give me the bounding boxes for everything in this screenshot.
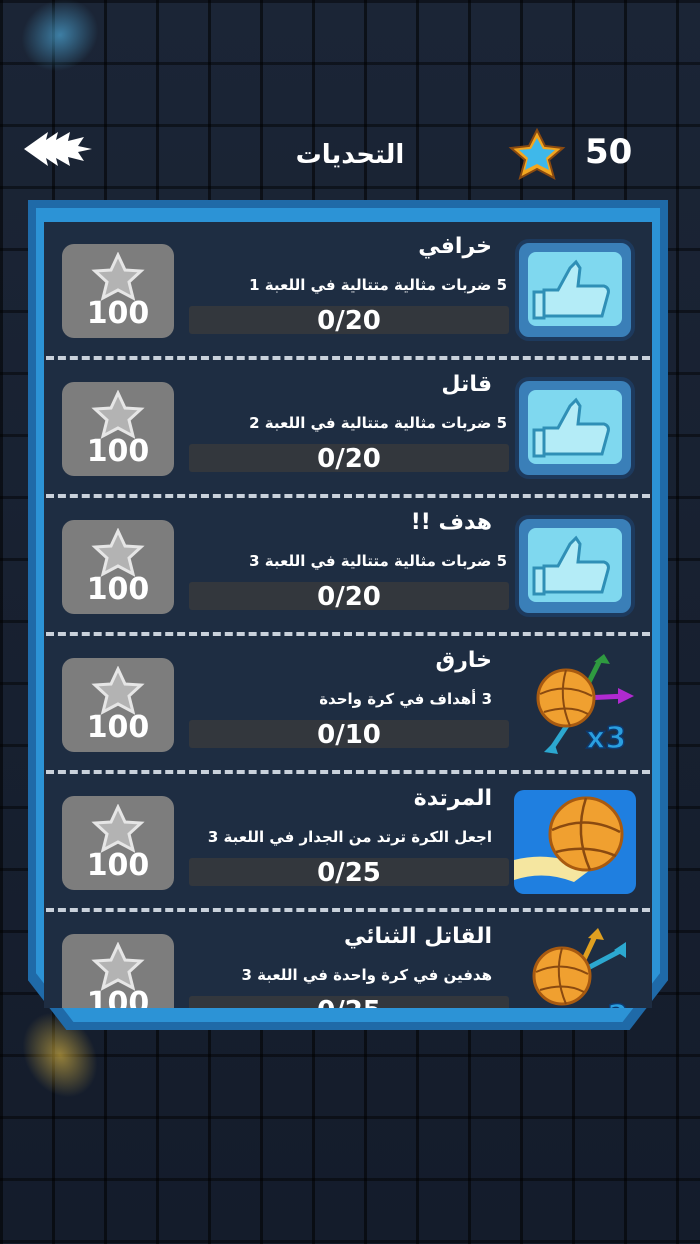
x3-badge: x3: [586, 721, 626, 756]
reward-box: 100: [62, 244, 174, 338]
challenge-row[interactable]: 100 خرافي 5 ضربات مثالية متتالية في اللع…: [44, 222, 652, 360]
progress-text: 0/25: [189, 996, 509, 1008]
challenge-row[interactable]: 100 هدف !! 5 ضربات مثالية متتالية في الل…: [44, 498, 652, 636]
challenge-description: 3 أهداف في كرة واحدة: [319, 690, 492, 708]
progress-bar: 0/20: [189, 306, 509, 336]
challenge-row[interactable]: 100 المرتدة اجعل الكرة ترتد من الجدار في…: [44, 774, 652, 912]
challenge-title: القاتل الثنائي: [344, 924, 492, 949]
challenge-title: هدف !!: [410, 510, 492, 535]
star-icon: [508, 128, 566, 180]
progress-text: 0/20: [317, 582, 381, 612]
reward-value: 100: [86, 572, 150, 607]
progress-bar: 0/25: [189, 996, 509, 1008]
reward-value: 100: [86, 710, 150, 745]
challenge-row[interactable]: 100 القاتل الثنائي هدفين في كرة واحدة في…: [44, 912, 652, 1008]
reward-star-icon: [91, 804, 145, 853]
page-title: التحديات: [295, 140, 405, 170]
challenges-list[interactable]: 100 خرافي 5 ضربات مثالية متتالية في اللع…: [44, 222, 652, 1008]
challenge-description: 5 ضربات مثالية متتالية في اللعبة 2: [249, 414, 507, 432]
bouncing-basketball-icon: [514, 790, 636, 894]
back-button[interactable]: [22, 128, 94, 174]
progress-bar: 0/20: [189, 444, 509, 474]
reward-star-icon: [91, 528, 145, 577]
reward-box: 100: [62, 658, 174, 752]
reward-star-icon: [91, 666, 145, 715]
thumbs-up-icon: [515, 377, 635, 479]
x2-badge: x2: [588, 999, 628, 1008]
basketball-arrows-x2-icon: x2: [532, 928, 629, 1008]
reward-star-icon: [91, 942, 145, 991]
reward-value: 100: [86, 296, 150, 331]
progress-bar: 0/10: [189, 720, 509, 750]
challenge-row[interactable]: 100 خارق 3 أهداف في كرة واحدة 0/10 x3: [44, 636, 652, 774]
reward-box: 100: [62, 382, 174, 476]
challenge-row[interactable]: 100 قاتل 5 ضربات مثالية متتالية في اللعب…: [44, 360, 652, 498]
thumbs-up-icon: [515, 515, 635, 617]
challenge-title: خارق: [435, 648, 492, 673]
reward-value: 100: [86, 848, 150, 883]
light-glow-top: [7, 0, 113, 86]
challenge-description: 5 ضربات مثالية متتالية في اللعبة 3: [249, 552, 507, 570]
stars-count: 50: [585, 132, 633, 172]
reward-star-icon: [91, 390, 145, 439]
progress-text: 0/25: [317, 858, 381, 888]
reward-box: 100: [62, 796, 174, 890]
progress-text: 0/20: [317, 444, 381, 474]
challenge-description: 5 ضربات مثالية متتالية في اللعبة 1: [249, 276, 507, 294]
challenge-description: اجعل الكرة ترتد من الجدار في اللعبة 3: [207, 828, 492, 846]
reward-box: 100: [62, 520, 174, 614]
basketball-arrows-x3-icon: x3: [536, 654, 634, 756]
challenge-description: هدفين في كرة واحدة في اللعبة 3: [241, 966, 492, 984]
reward-star-icon: [91, 252, 145, 301]
progress-text: 0/20: [317, 306, 381, 336]
back-arrow-icon: [24, 132, 92, 166]
progress-bar: 0/20: [189, 582, 509, 612]
challenge-title: خرافي: [418, 234, 492, 259]
challenge-title: قاتل: [441, 372, 492, 397]
reward-value: 100: [86, 986, 150, 1008]
reward-value: 100: [86, 434, 150, 469]
reward-box: 100: [62, 934, 174, 1008]
progress-bar: 0/25: [189, 858, 509, 888]
progress-text: 0/10: [317, 720, 381, 750]
star-counter: 50: [505, 128, 645, 180]
challenge-title: المرتدة: [413, 786, 492, 811]
thumbs-up-icon: [515, 239, 635, 341]
